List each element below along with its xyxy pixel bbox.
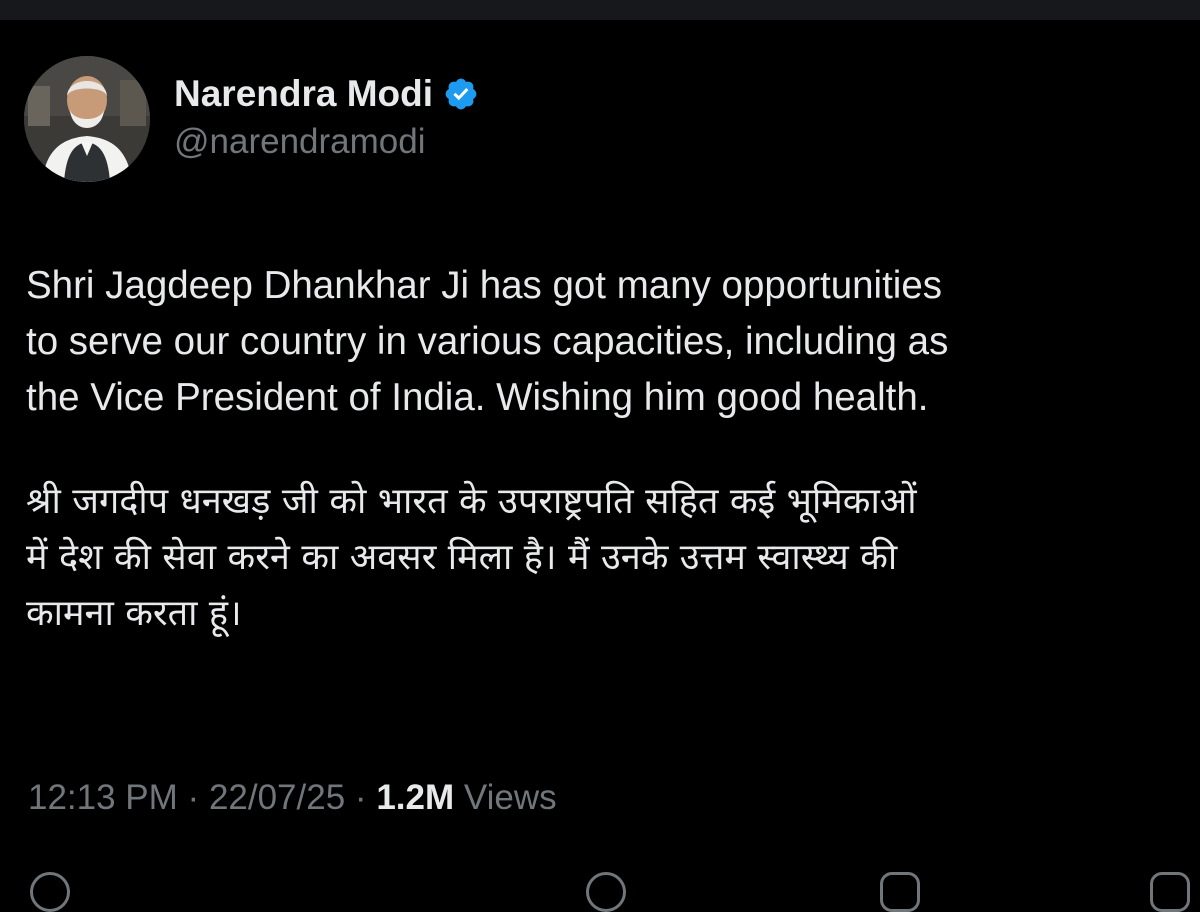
- tweet-line: कामना करता हूं।: [26, 593, 242, 634]
- views-label: Views: [463, 778, 557, 817]
- author-display-name[interactable]: Narendra Modi: [174, 73, 433, 115]
- tweet-date[interactable]: 22/07/25: [209, 778, 345, 817]
- author-identity: Narendra Modi @narendramodi: [174, 68, 479, 162]
- profile-photo-icon: [24, 56, 150, 182]
- tweet-metadata: 12:13 PM · 22/07/25 · 1.2M Views: [28, 778, 557, 818]
- tweet-line: Shri Jagdeep Dhankhar Ji has got many op…: [26, 264, 942, 307]
- tweet-header: Narendra Modi @narendramodi: [24, 56, 479, 182]
- tweet-text-hindi: श्री जगदीप धनखड़ जी को भारत के उपराष्ट्र…: [26, 474, 1176, 642]
- meta-separator: ·: [187, 778, 200, 817]
- like-icon[interactable]: [586, 872, 626, 912]
- views-count: 1.2M: [376, 778, 455, 817]
- author-handle[interactable]: @narendramodi: [174, 122, 479, 162]
- bookmark-icon[interactable]: [880, 872, 920, 912]
- top-strip: [0, 0, 1200, 20]
- tweet-text-english: Shri Jagdeep Dhankhar Ji has got many op…: [26, 258, 1176, 426]
- tweet-line: the Vice President of India. Wishing him…: [26, 376, 929, 419]
- action-bar: [0, 862, 1200, 912]
- meta-separator: ·: [354, 778, 367, 817]
- share-icon[interactable]: [1150, 872, 1190, 912]
- avatar[interactable]: [24, 56, 150, 182]
- verified-badge-icon[interactable]: [443, 76, 479, 112]
- tweet-line: to serve our country in various capaciti…: [26, 320, 949, 363]
- tweet-time[interactable]: 12:13 PM: [28, 778, 178, 817]
- tweet-line: में देश की सेवा करने का अवसर मिला है। मै…: [26, 537, 898, 578]
- tweet-line: श्री जगदीप धनखड़ जी को भारत के उपराष्ट्र…: [26, 481, 917, 522]
- reply-icon[interactable]: [30, 872, 70, 912]
- tweet-text: Shri Jagdeep Dhankhar Ji has got many op…: [26, 258, 1176, 642]
- name-row: Narendra Modi: [174, 68, 479, 120]
